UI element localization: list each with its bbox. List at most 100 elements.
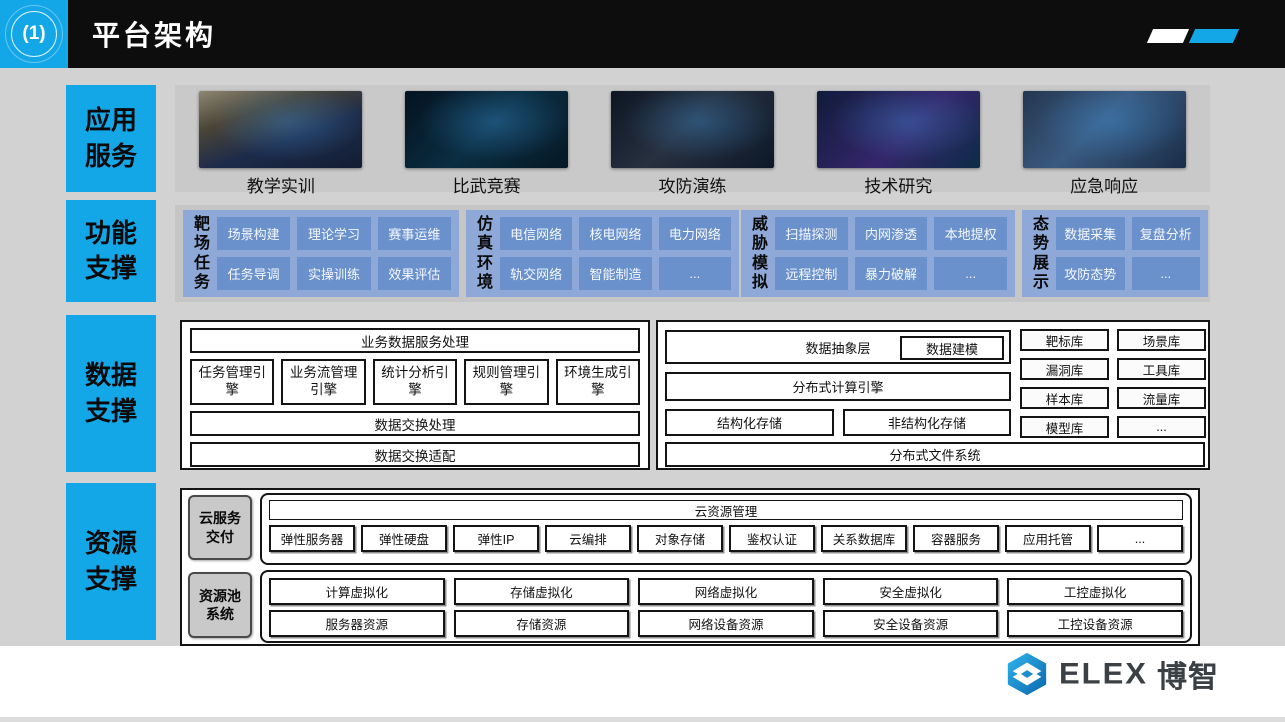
library-box: 场景库 bbox=[1117, 329, 1206, 351]
elex-logo-icon bbox=[1004, 651, 1050, 697]
data-adapter-bar: 数据交换适配 bbox=[190, 442, 640, 467]
function-tile-grid: 场景构建 理论学习 赛事运维 任务导调 实操训练 效果评估 bbox=[215, 216, 453, 291]
cloud-item: 鉴权认证 bbox=[729, 525, 815, 552]
function-tile: 电力网络 bbox=[659, 217, 731, 250]
data-abstraction-bar: 数据抽象层 数据建模 bbox=[665, 330, 1011, 364]
function-tile: 暴力破解 bbox=[855, 257, 928, 290]
screenshot-thumbnail bbox=[199, 91, 362, 168]
virtualization-row: 计算虚拟化 存储虚拟化 网络虚拟化 安全虚拟化 工控虚拟化 bbox=[269, 578, 1183, 605]
function-tile-grid: 电信网络 核电网络 电力网络 轨交网络 智能制造 ... bbox=[498, 216, 733, 291]
engine-box: 环境生成引擎 bbox=[556, 359, 640, 405]
function-tile: 本地提权 bbox=[934, 217, 1007, 250]
function-tile: 理论学习 bbox=[297, 217, 370, 250]
library-box: 漏洞库 bbox=[1020, 358, 1109, 380]
engine-row: 任务管理引擎 业务流管理引擎 统计分析引擎 规则管理引擎 环境生成引擎 bbox=[190, 359, 640, 405]
sidebar-item-resource-support: 资源支撑 bbox=[66, 483, 156, 640]
page-number-badge: (1) bbox=[0, 0, 68, 68]
function-tile-grid: 数据采集 复盘分析 攻防态势 ... bbox=[1054, 216, 1202, 291]
app-service-emergency: 应急响应 bbox=[1004, 91, 1204, 197]
page-number: (1) bbox=[22, 23, 45, 45]
function-support-strip: 靶场任务 场景构建 理论学习 赛事运维 任务导调 实操训练 效果评估 仿真环境 … bbox=[175, 205, 1210, 302]
library-box: 模型库 bbox=[1020, 416, 1109, 438]
distributed-file-system-bar: 分布式文件系统 bbox=[665, 442, 1205, 467]
function-group-title: 仿真环境 bbox=[474, 215, 496, 292]
sidebar-item-function-support: 功能支撑 bbox=[66, 200, 156, 302]
library-box: 工具库 bbox=[1117, 358, 1206, 380]
function-tile: 复盘分析 bbox=[1132, 217, 1201, 250]
page-title: 平台架构 bbox=[92, 0, 216, 68]
cloud-item: 弹性服务器 bbox=[269, 525, 355, 552]
screenshot-thumbnail bbox=[611, 91, 774, 168]
resource-item: 服务器资源 bbox=[269, 610, 445, 637]
decor-parallelogram-blue bbox=[1189, 29, 1239, 43]
function-tile: 电信网络 bbox=[500, 217, 572, 250]
function-tile: 实操训练 bbox=[297, 257, 370, 290]
sidebar-item-data-support: 数据支撑 bbox=[66, 315, 156, 472]
data-exchange-bar: 数据交换处理 bbox=[190, 411, 640, 436]
resource-support-box: 云服务交付 云资源管理 弹性服务器 弹性硬盘 弹性IP 云编排 对象存储 鉴权认… bbox=[180, 488, 1200, 646]
screenshot-thumbnail bbox=[1023, 91, 1186, 168]
cloud-item: 容器服务 bbox=[913, 525, 999, 552]
virtualization-item: 存储虚拟化 bbox=[454, 578, 630, 605]
function-tile: 内网渗透 bbox=[855, 217, 928, 250]
resource-pool-label: 资源池系统 bbox=[188, 572, 252, 638]
brand-name: ELEX bbox=[1059, 657, 1148, 692]
function-tile: 任务导调 bbox=[217, 257, 290, 290]
engine-box: 规则管理引擎 bbox=[464, 359, 548, 405]
figure-caption: 应急响应 bbox=[1070, 172, 1138, 197]
screenshot-thumbnail bbox=[405, 91, 568, 168]
virtualization-item: 计算虚拟化 bbox=[269, 578, 445, 605]
structured-storage-box: 结构化存储 bbox=[665, 409, 834, 436]
data-support-business-box: 业务数据服务处理 任务管理引擎 业务流管理引擎 统计分析引擎 规则管理引擎 环境… bbox=[180, 320, 650, 470]
function-tile: 远程控制 bbox=[775, 257, 848, 290]
function-tile-grid: 扫描探测 内网渗透 本地提权 远程控制 暴力破解 ... bbox=[773, 216, 1009, 291]
cloud-item: 云编排 bbox=[545, 525, 631, 552]
cloud-resource-manage-bar: 云资源管理 bbox=[269, 500, 1183, 520]
cloud-item: 弹性IP bbox=[453, 525, 539, 552]
page-number-ring: (1) bbox=[5, 5, 63, 63]
function-group-title: 态势展示 bbox=[1030, 215, 1052, 292]
cloud-item: 应用托管 bbox=[1005, 525, 1091, 552]
data-modeling-box: 数据建模 bbox=[900, 336, 1004, 360]
unstructured-storage-box: 非结构化存储 bbox=[843, 409, 1011, 436]
resource-item: 安全设备资源 bbox=[823, 610, 999, 637]
app-service-competition: 比武竞赛 bbox=[387, 91, 587, 197]
data-support-platform-box: 数据抽象层 数据建模 分布式计算引擎 结构化存储 非结构化存储 靶标库 场景库 … bbox=[656, 320, 1210, 470]
library-grid: 靶标库 场景库 漏洞库 工具库 样本库 流量库 模型库 ... bbox=[1020, 329, 1206, 438]
function-tile: 核电网络 bbox=[579, 217, 651, 250]
cloud-items-row: 弹性服务器 弹性硬盘 弹性IP 云编排 对象存储 鉴权认证 关系数据库 容器服务… bbox=[269, 525, 1183, 552]
function-tile: ... bbox=[659, 257, 731, 290]
engine-box: 任务管理引擎 bbox=[190, 359, 274, 405]
library-box: ... bbox=[1117, 416, 1206, 438]
function-tile: 数据采集 bbox=[1056, 217, 1125, 250]
cloud-label-text: 云服务交付 bbox=[197, 509, 243, 545]
function-tile: 攻防态势 bbox=[1056, 257, 1125, 290]
function-tile: 赛事运维 bbox=[378, 217, 451, 250]
figure-caption: 攻防演练 bbox=[658, 172, 726, 197]
screenshot-thumbnail bbox=[817, 91, 980, 168]
page-number-inner-ring: (1) bbox=[11, 11, 57, 57]
sidebar-item-app-services: 应用服务 bbox=[66, 85, 156, 192]
cloud-item: ... bbox=[1097, 525, 1183, 552]
sidebar-label: 资源支撑 bbox=[81, 526, 141, 596]
library-box: 样本库 bbox=[1020, 387, 1109, 409]
app-service-attack-defense: 攻防演练 bbox=[592, 91, 792, 197]
app-services-strip: 教学实训 比武竞赛 攻防演练 技术研究 应急响应 bbox=[175, 85, 1210, 192]
function-group-simulation-env: 仿真环境 电信网络 核电网络 电力网络 轨交网络 智能制造 ... bbox=[466, 210, 739, 297]
function-group-title: 靶场任务 bbox=[191, 215, 213, 292]
business-data-service-bar: 业务数据服务处理 bbox=[190, 328, 640, 353]
function-tile: 场景构建 bbox=[217, 217, 290, 250]
pool-label-text: 资源池系统 bbox=[197, 587, 243, 623]
brand-name-cn: 博智 bbox=[1157, 652, 1219, 696]
cloud-service-container: 云资源管理 弹性服务器 弹性硬盘 弹性IP 云编排 对象存储 鉴权认证 关系数据… bbox=[260, 493, 1192, 565]
slide-header: 平台架构 bbox=[0, 0, 1285, 68]
engine-box: 统计分析引擎 bbox=[373, 359, 457, 405]
bottom-edge-strip bbox=[0, 717, 1285, 722]
engine-box: 业务流管理引擎 bbox=[281, 359, 365, 405]
figure-caption: 教学实训 bbox=[247, 172, 315, 197]
resource-item: 网络设备资源 bbox=[638, 610, 814, 637]
company-logo: ELEX 博智 bbox=[1004, 650, 1219, 698]
resource-item: 工控设备资源 bbox=[1007, 610, 1183, 637]
data-abstraction-label: 数据抽象层 bbox=[805, 338, 870, 357]
function-group-range-tasks: 靶场任务 场景构建 理论学习 赛事运维 任务导调 实操训练 效果评估 bbox=[183, 210, 459, 297]
